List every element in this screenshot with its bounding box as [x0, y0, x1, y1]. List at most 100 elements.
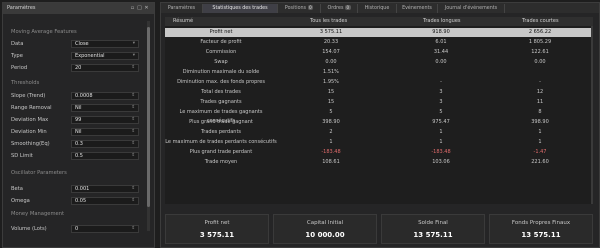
spinner: ⇕ — [69, 152, 137, 160]
cell-value: -183.48 — [321, 149, 341, 155]
tab-label: Statistiques des trades — [212, 6, 268, 11]
tab-label: Ordres — [327, 6, 344, 11]
card-title: Solde Final — [418, 220, 448, 226]
summary-cards: Profit net 3 575.11 Capital Initial 10 0… — [165, 214, 595, 244]
table-row[interactable]: Profit net 3 575.11 918.90 2 656.22 — [165, 28, 593, 37]
table-row[interactable]: Diminution maximale du solde 1.51% — [165, 68, 593, 77]
param-label: Type — [11, 53, 23, 59]
tab-orders[interactable]: Ordres 0 — [321, 4, 358, 13]
cell-value: 0.00 — [534, 59, 546, 65]
cell-value: 398.90 — [322, 119, 340, 125]
stepper-icon[interactable]: ⇕ — [131, 128, 135, 136]
table-row[interactable]: Facteur de profit 20.33 6.01 1 805.29 — [165, 38, 593, 47]
tab-label: Positions — [284, 6, 307, 11]
stepper-icon[interactable]: ⇕ — [131, 197, 135, 205]
cell-value: -183.48 — [431, 149, 451, 155]
maximize-icon[interactable]: □ — [137, 6, 142, 11]
summary-card: Solde Final 13 575.11 — [381, 214, 485, 244]
stepper-icon[interactable]: ⇕ — [131, 185, 135, 193]
chevron-down-icon: ▾ — [132, 41, 135, 46]
spinner: ⇕ — [69, 92, 137, 100]
table-row[interactable]: Total des trades 15 3 12 — [165, 88, 593, 97]
cell-value: 918.90 — [432, 29, 450, 35]
count-badge: 0 — [307, 5, 314, 10]
cell-value: 15 — [327, 99, 335, 105]
table-row[interactable]: Diminution max. des fonds propres 1.95% - - — [165, 78, 593, 87]
card-value: 10 000.00 — [305, 231, 345, 239]
stepper-icon[interactable]: ⇕ — [131, 104, 135, 112]
panel-title: Paramètres — [7, 5, 36, 11]
stepper-icon[interactable]: ⇕ — [131, 92, 135, 100]
param-volume: Volume (Lots) 0 ⇕ — [11, 225, 143, 233]
stepper-icon[interactable]: ⇕ — [131, 116, 135, 124]
cell-value: 8 — [538, 109, 542, 115]
tab-label: Evénements — [402, 6, 432, 11]
param-omega: Omega 0.05 ⇕ — [11, 197, 143, 205]
cell-value: 2 — [329, 129, 333, 135]
row-label: Commission — [205, 49, 237, 55]
row-label: Trades gagnants — [200, 99, 242, 105]
stepper-icon[interactable]: ⇕ — [131, 64, 135, 72]
cell-value: 1 — [439, 139, 443, 145]
table-row[interactable]: Swap 0.00 0.00 0.00 — [165, 58, 593, 67]
cell-value: 1.95% — [323, 79, 339, 85]
row-label: Plus grand trade gagnant — [189, 119, 253, 125]
card-title: Capital Initial — [306, 220, 344, 226]
panel-body: Moving Average Features Data Close ▾ Typ… — [3, 15, 154, 247]
table-row[interactable]: Plus grand trade perdant -183.48 -183.48 -1… — [165, 148, 593, 157]
row-label: Profit net — [209, 29, 233, 35]
tab-history[interactable]: Historique — [358, 4, 397, 13]
table-row[interactable]: Le maximum de trades gagnants consécutif… — [165, 108, 593, 124]
spinner: ⇕ — [69, 197, 137, 205]
section-money: Money Management — [11, 211, 65, 217]
column-header[interactable]: Trades longues — [423, 17, 461, 26]
table-scrollbar[interactable] — [591, 26, 593, 204]
cell-value: 11 — [536, 99, 544, 105]
table-row[interactable]: Le maximum de trades perdants consécutif… — [165, 138, 593, 147]
spinner: ⇕ — [69, 225, 137, 233]
chevron-down-icon: ▾ — [132, 53, 135, 58]
param-deviation-max: Deviation Max 99 ⇕ — [11, 116, 143, 124]
panel-titlebar: Paramètres ▫ □ ✕ — [3, 3, 154, 14]
cell-value: 3 575.11 — [319, 29, 343, 35]
stepper-icon[interactable]: ⇕ — [131, 140, 135, 148]
panel-scrollbar-thumb[interactable] — [147, 27, 150, 207]
table-row[interactable]: Trade moyen 108.61 103.06 221.60 — [165, 158, 593, 167]
card-value: 3 575.11 — [199, 231, 235, 239]
count-badge: 0 — [344, 5, 351, 10]
pin-icon[interactable]: ▫ — [130, 6, 135, 11]
row-label: Facteur de profit — [200, 39, 242, 45]
param-label: Beta — [11, 186, 23, 192]
cell-value: 1.51% — [323, 69, 339, 75]
cell-value: 221.60 — [531, 159, 549, 165]
stepper-icon[interactable]: ⇕ — [131, 152, 135, 160]
summary-card: Capital Initial 10 000.00 — [273, 214, 377, 244]
summary-card: Fonds Propres Finaux 13 575.11 — [489, 214, 593, 244]
column-header[interactable]: Résumé — [173, 17, 193, 26]
table-row[interactable]: Trades gagnants 15 3 11 — [165, 98, 593, 107]
column-header[interactable]: Tous les trades — [310, 17, 347, 26]
tab-trade-stats[interactable]: Statistiques des trades — [203, 4, 278, 13]
cell-value: 5 — [329, 109, 333, 115]
row-label: Diminution max. des fonds propres — [177, 79, 265, 85]
cell-value: 122.61 — [531, 49, 549, 55]
table-row[interactable]: Commission 154.07 31.44 122.61 — [165, 48, 593, 57]
spinner: ⇕ — [69, 128, 137, 136]
row-label: Swap — [214, 59, 228, 65]
param-range-removal: Range Removal Nil ⇕ — [11, 104, 143, 112]
tab-event-log[interactable]: Journal d'événements — [438, 4, 505, 13]
summary-card: Profit net 3 575.11 — [165, 214, 269, 244]
close-icon[interactable]: ✕ — [144, 6, 149, 11]
column-header[interactable]: Trades courtes — [522, 17, 559, 26]
tab-parameters[interactable]: Paramètres — [161, 4, 203, 13]
tab-events[interactable]: Evénements — [397, 4, 438, 13]
section-ma: Moving Average Features — [11, 29, 77, 35]
param-label: Slope (Trend) — [11, 93, 46, 99]
tab-positions[interactable]: Positions 0 — [278, 4, 321, 13]
cell-value: 6.01 — [435, 39, 447, 45]
stepper-icon[interactable]: ⇕ — [131, 225, 135, 233]
dropdown-arrow: ▾ — [69, 52, 137, 60]
table-row[interactable]: Plus grand trade gagnant 398.90 975.47 398.… — [165, 118, 593, 127]
cell-value: 20.33 — [323, 39, 339, 45]
table-row[interactable]: Trades perdants 2 1 1 — [165, 128, 593, 137]
